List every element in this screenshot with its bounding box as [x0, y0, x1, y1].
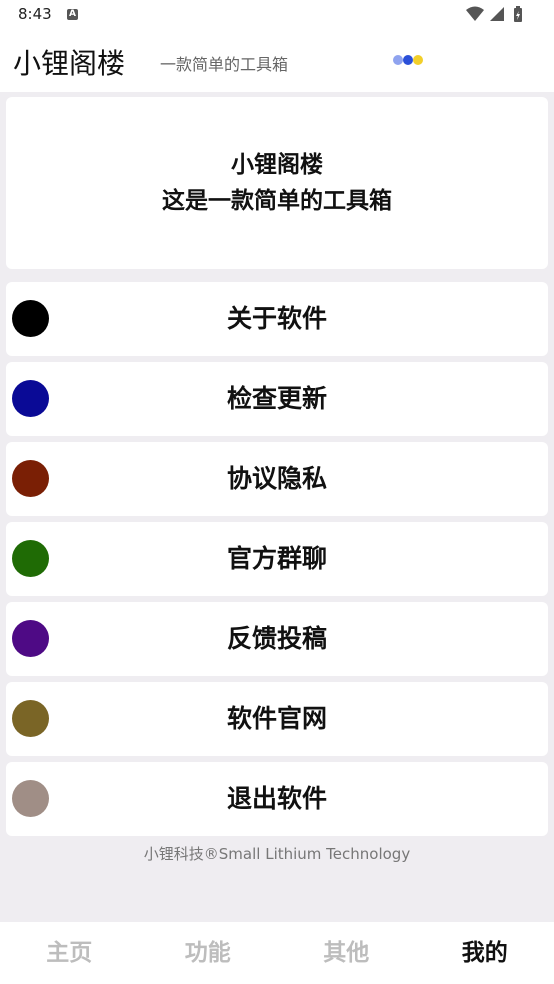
signal-icon: [490, 7, 504, 21]
app-title: 小锂阁楼: [13, 47, 126, 80]
menu-item-check-update[interactable]: 检查更新: [6, 362, 548, 436]
menu-item-label: 检查更新: [226, 384, 327, 413]
tab-mine[interactable]: 我的: [416, 922, 554, 984]
battery-icon: [514, 6, 522, 22]
status-icons: [466, 6, 536, 28]
menu-item-label: 退出软件: [226, 784, 327, 813]
menu-item-privacy[interactable]: 协议隐私: [6, 442, 548, 516]
menu-item-label: 反馈投稿: [226, 624, 327, 653]
app-subtitle: 一款简单的工具箱: [160, 55, 289, 74]
menu-item-label: 软件官网: [226, 704, 327, 733]
tab-home[interactable]: 主页: [0, 922, 139, 984]
status-time: 8:43: [18, 5, 52, 23]
header-title: 小锂阁楼: [231, 152, 323, 178]
tab-functions[interactable]: 功能: [139, 922, 278, 984]
menu-item-label: 官方群聊: [226, 544, 327, 573]
menu-item-feedback[interactable]: 反馈投稿: [6, 602, 548, 676]
notification-icon: A: [67, 9, 78, 20]
header-card: 小锂阁楼 这是一款简单的工具箱: [6, 97, 548, 269]
app-bar: 小锂阁楼 一款简单的工具箱: [0, 30, 554, 92]
loading-dots-icon: [393, 54, 425, 66]
bottom-nav: 主页 功能 其他 我的: [0, 922, 554, 984]
menu-item-label: 协议隐私: [226, 464, 327, 493]
footer-copyright: 小锂科技®Small Lithium Technology: [143, 845, 411, 863]
menu-item-label: 关于软件: [226, 304, 327, 333]
menu-item-group-chat[interactable]: 官方群聊: [6, 522, 548, 596]
wifi-icon: [466, 6, 484, 21]
header-description: 这是一款简单的工具箱: [162, 188, 392, 214]
menu-item-website[interactable]: 软件官网: [6, 682, 548, 756]
status-bar: 8:43 A: [0, 0, 554, 30]
menu-item-exit[interactable]: 退出软件: [6, 762, 548, 836]
tab-other[interactable]: 其他: [277, 922, 416, 984]
menu-item-about[interactable]: 关于软件: [6, 282, 548, 356]
